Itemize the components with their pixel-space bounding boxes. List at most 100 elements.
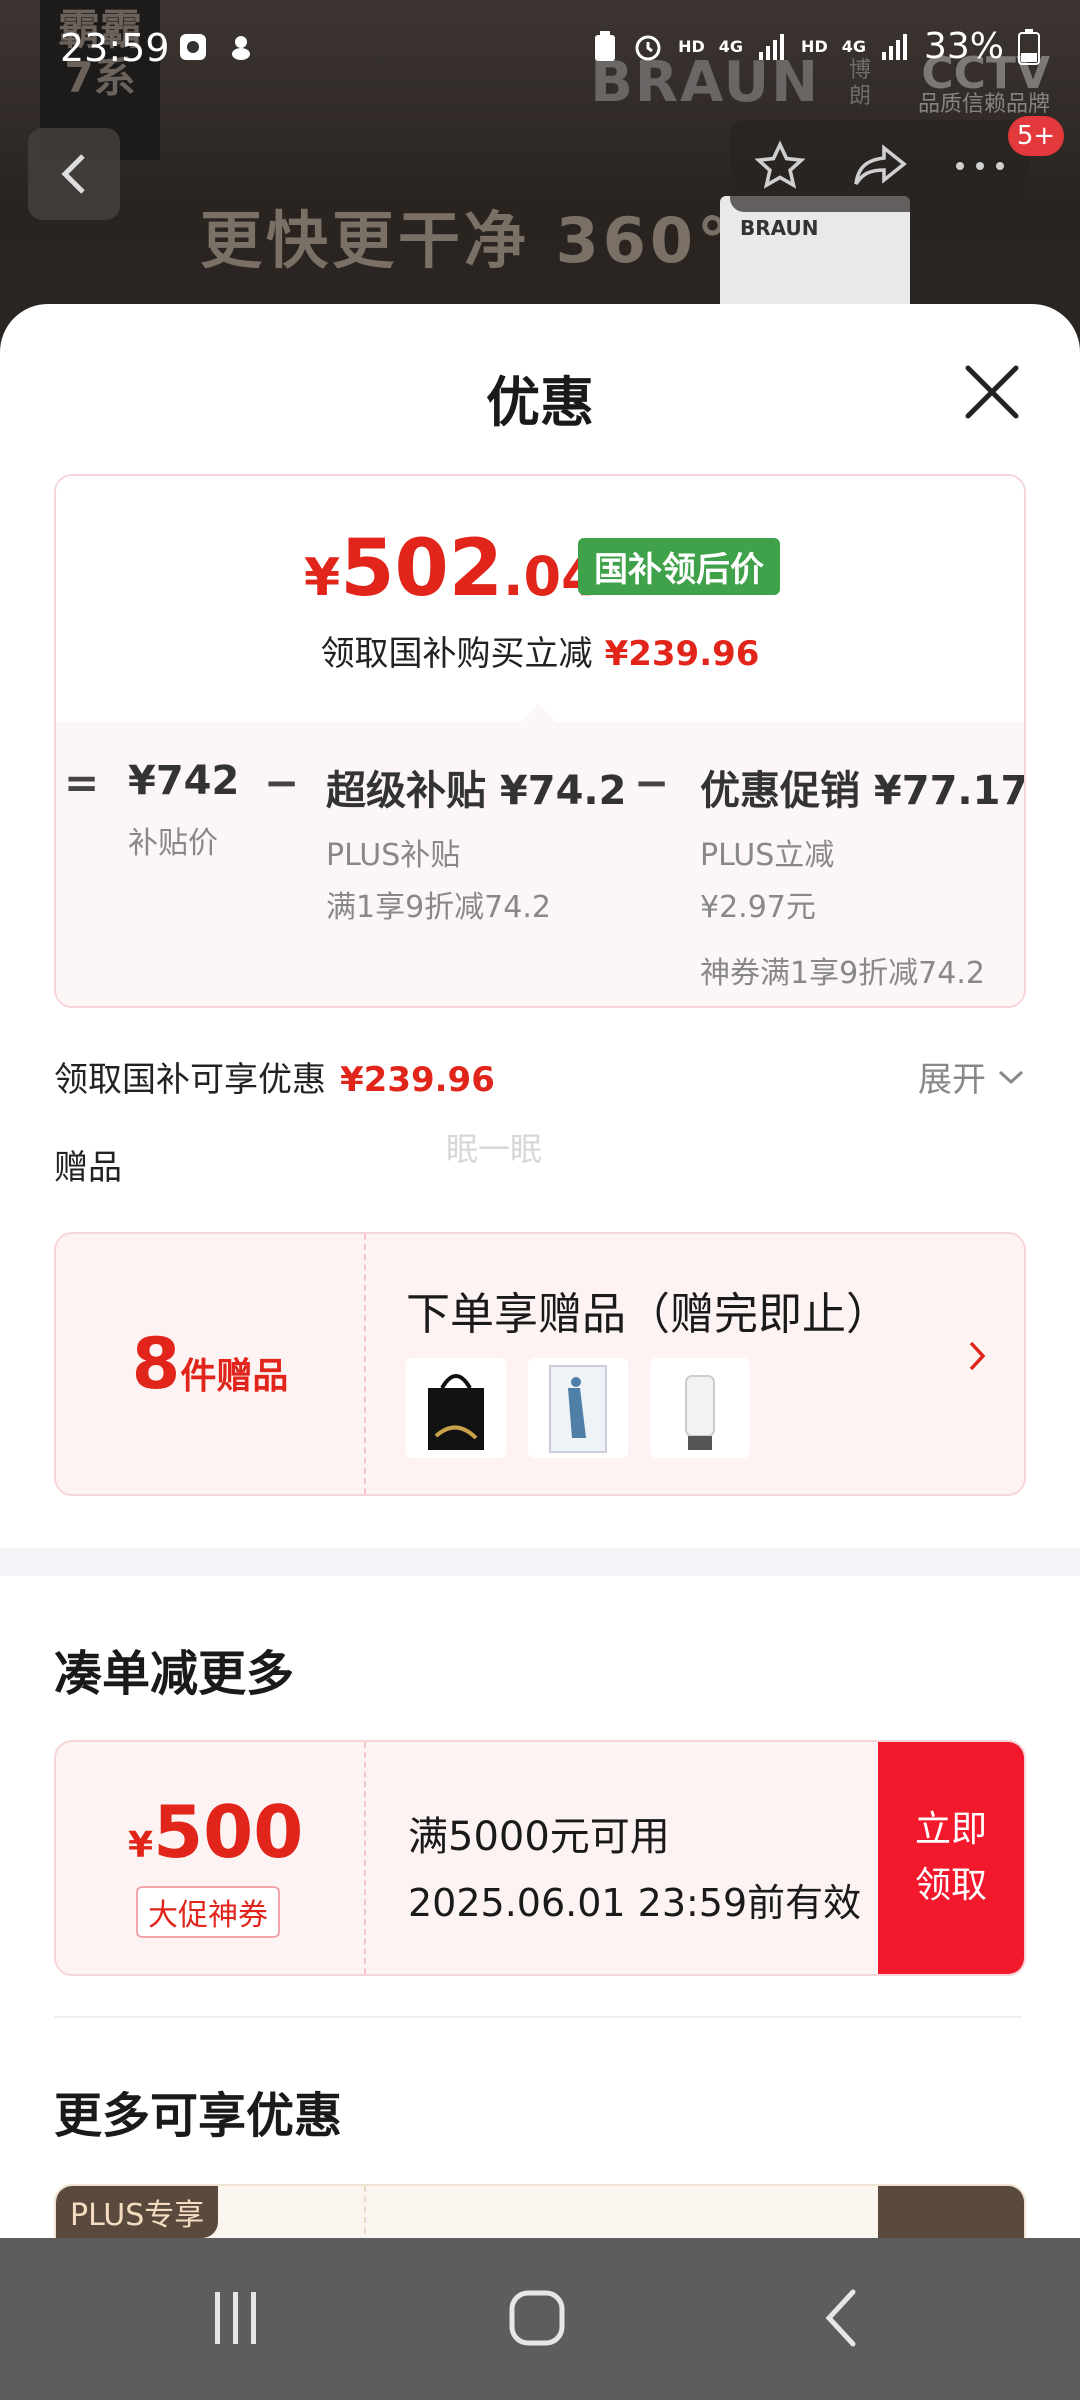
formula-eq: = — [64, 758, 99, 807]
home-button[interactable] — [492, 2278, 582, 2358]
price-notch — [518, 704, 558, 724]
coupon-currency: ¥ — [128, 1825, 154, 1866]
watermark: 眠一眠 — [446, 1130, 543, 1168]
status-right-icons: HD 4G HD 4G 33% — [592, 26, 1040, 67]
coupon-divider — [364, 1742, 366, 1974]
gov-discount-label: 领取国补可享优惠 — [54, 1060, 326, 1100]
price-integer: 502 — [340, 524, 504, 614]
alarm-icon — [635, 35, 661, 60]
price-currency: ¥ — [304, 548, 341, 608]
discount-sheet: 优惠 ¥ 502 .04 国补领后价 领取国补购买立减 ¥239.96 = ¥74… — [0, 304, 1080, 2238]
coupon-amount-value: 500 — [153, 1790, 304, 1874]
claim-coupon-button[interactable]: 立即 领取 — [878, 1742, 1024, 1974]
close-icon[interactable] — [960, 360, 1024, 424]
gift-count-unit: 件赠品 — [180, 1356, 289, 1397]
super-subsidy-value: 超级补贴 ¥74.2 — [326, 768, 627, 814]
promo-sub1: PLUS立减 — [700, 838, 835, 873]
mascot-notification-icon — [232, 36, 250, 60]
coupon-expiry: 2025.06.01 23:59前有效 — [408, 1881, 862, 1925]
coupon-value: ¥ 500 大促神券 — [56, 1742, 364, 1974]
network-hd-1: HD — [678, 36, 705, 56]
app-notification-icon — [180, 34, 206, 60]
sheet-title: 优惠 — [486, 371, 594, 434]
price-breakdown-card: ¥ 502 .04 国补领后价 领取国补购买立减 ¥239.96 = ¥742 补… — [54, 474, 1026, 1008]
recycle-icon — [595, 30, 616, 61]
recents-button[interactable] — [190, 2278, 280, 2358]
price-summary: ¥ 502 .04 国补领后价 领取国补购买立减 ¥239.96 — [56, 476, 1024, 722]
gift-title: 下单享赠品（赠完即止） — [406, 1289, 890, 1340]
product-box-label: BRAUN — [740, 216, 819, 240]
bottle-icon — [685, 1375, 715, 1450]
back-nav-button[interactable] — [796, 2278, 886, 2358]
base-price-value: ¥742 — [128, 758, 240, 804]
message-count-badge: 5+ — [1008, 116, 1064, 156]
network-hd-2: HD — [801, 36, 828, 56]
formula-minus-sign-1: − — [264, 758, 300, 807]
claim-button-line2: 领取 — [914, 1865, 987, 1906]
share-icon[interactable] — [852, 141, 908, 191]
battery-icon — [1018, 28, 1040, 65]
gov-discount-amount: ¥239.96 — [340, 1060, 495, 1100]
final-price: ¥ 502 .04 — [304, 524, 599, 614]
promo-sub2: ¥2.97元 — [700, 890, 816, 925]
base-price-label: 补贴价 — [128, 826, 218, 861]
status-time: 23:59 — [60, 26, 170, 70]
coupon-condition: 满5000元可用 — [408, 1814, 670, 1860]
gift-image-bag — [406, 1358, 506, 1458]
gift-divider — [364, 1234, 366, 1494]
home-icon — [509, 2290, 565, 2346]
chevron-left-icon — [61, 154, 85, 194]
product-slogan: 更快更干净 360°贴 — [200, 204, 799, 277]
formula-equals: = — [64, 758, 100, 807]
promo-value: 优惠促销 ¥77.17 — [700, 768, 1026, 814]
claim-button-line1: 立即 — [914, 1809, 987, 1850]
box-icon — [549, 1365, 607, 1453]
price-formula: = ¥742 补贴价 − 超级补贴 ¥74.2 PLUS补贴 满1享9折减74.… — [56, 722, 1024, 1006]
formula-base: ¥742 补贴价 — [128, 758, 239, 862]
gift-count: 8 件赠品 — [56, 1234, 364, 1494]
formula-minus-sign-2: − — [634, 758, 670, 807]
status-bar: 23:59 HD 4G HD 4G 33% — [0, 0, 1080, 100]
system-nav-bar — [0, 2238, 1080, 2400]
gift-images — [406, 1358, 750, 1458]
back-button[interactable] — [28, 128, 120, 220]
gov-subsidy-tag: 国补领后价 — [578, 538, 780, 595]
plus-card[interactable]: PLUS专享 — [54, 2184, 1026, 2238]
formula-super-subsidy: 超级补贴 ¥74.2 PLUS补贴 满1享9折减74.2 — [326, 758, 626, 926]
coupon-card: ¥ 500 大促神券 满5000元可用 2025.06.01 23:59前有效 … — [54, 1740, 1026, 1976]
status-notification-icons — [178, 32, 256, 62]
plus-action-area[interactable] — [878, 2186, 1024, 2238]
signal-icon-2 — [881, 33, 907, 60]
network-4g-1: 4G — [718, 36, 744, 56]
recents-icon — [215, 2292, 256, 2344]
gift-image-bottle — [650, 1358, 750, 1458]
coupon-amount: ¥ 500 — [128, 1790, 303, 1874]
coupon-tag: 大促神券 — [136, 1886, 280, 1938]
back-icon — [825, 2289, 856, 2347]
gift-card[interactable]: 8 件赠品 下单享赠品（赠完即止） — [54, 1232, 1026, 1496]
gov-discount-row: 领取国补可享优惠 ¥239.96 — [54, 1052, 495, 1101]
plus-divider — [364, 2186, 366, 2238]
save-amount: ¥239.96 — [604, 634, 760, 674]
gifts-label: 赠品 — [54, 1148, 122, 1188]
section-divider — [0, 1548, 1080, 1576]
section-more-title: 凑单减更多 — [54, 1646, 295, 1702]
formula-minus-1: − — [264, 758, 299, 807]
chevron-right-icon — [969, 1341, 986, 1371]
section-extra-title: 更多可享优惠 — [54, 2088, 343, 2144]
plus-tag: PLUS专享 — [56, 2186, 219, 2238]
top-actions — [730, 120, 1030, 212]
super-subsidy-sub2: 满1享9折减74.2 — [326, 890, 551, 925]
star-icon[interactable] — [753, 139, 807, 193]
gift-count-number: 8 — [131, 1323, 181, 1405]
bag-icon — [428, 1374, 484, 1450]
save-line: 领取国补购买立减 ¥239.96 — [56, 626, 1024, 675]
formula-promo: 优惠促销 ¥77.17 PLUS立减 ¥2.97元 神券满1享9折减74.2 — [700, 758, 1026, 992]
super-subsidy-sub1: PLUS补贴 — [326, 838, 461, 873]
expand-button[interactable]: 展开 — [918, 1052, 1024, 1101]
section-separator — [54, 2016, 1022, 2018]
battery-percent: 33% — [923, 26, 1004, 67]
expand-label: 展开 — [918, 1060, 986, 1100]
formula-minus-2: − — [634, 758, 669, 807]
more-icon[interactable] — [953, 159, 1007, 173]
